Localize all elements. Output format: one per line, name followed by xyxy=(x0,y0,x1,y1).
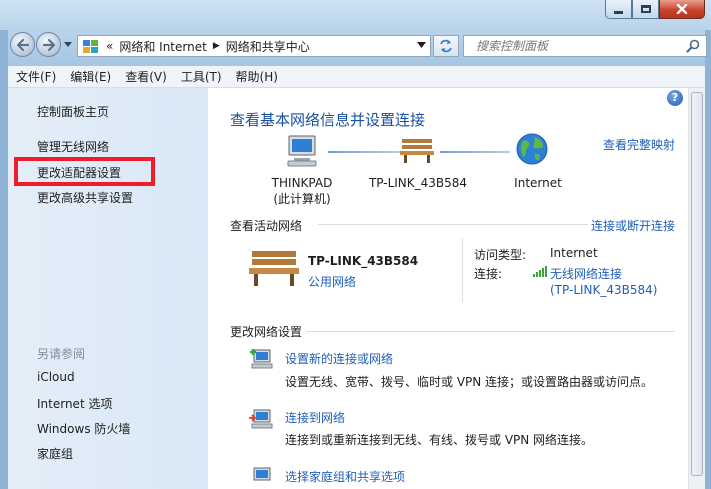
wifi-signal-icon xyxy=(533,266,547,277)
search-icon[interactable] xyxy=(686,39,700,53)
connections-label: 连接: xyxy=(474,267,503,281)
page-title: 查看基本网络信息并设置连接 xyxy=(230,111,426,129)
menu-help[interactable]: 帮助(H) xyxy=(228,68,284,85)
access-type-label: 访问类型: xyxy=(474,248,527,262)
refresh-button[interactable] xyxy=(433,35,459,57)
arrow-right-icon xyxy=(42,38,55,51)
breadcrumb-sharing-center[interactable]: 网络和共享中心 xyxy=(226,38,310,55)
sidebar-item-manage-wireless[interactable]: 管理无线网络 xyxy=(37,138,109,155)
map-node-computer: THINKPAD (此计算机) xyxy=(252,176,352,207)
breadcrumb-network-internet[interactable]: 网络和 Internet xyxy=(119,38,206,55)
menu-bar: 文件(F) 编辑(E) 查看(V) 工具(T) 帮助(H) xyxy=(8,66,705,88)
wireless-connection-ssid-link[interactable]: (TP-LINK_43B584) xyxy=(550,283,657,297)
window-frame-right xyxy=(705,30,711,489)
maximize-icon xyxy=(640,5,651,13)
view-full-map-link[interactable]: 查看完整映射 xyxy=(603,136,675,153)
wireless-connection-link[interactable]: 无线网络连接 xyxy=(550,265,622,282)
map-connector-2 xyxy=(440,151,510,153)
window-frame-left xyxy=(0,30,8,489)
see-also-internet-options[interactable]: Internet 选项 xyxy=(37,395,112,412)
globe-icon xyxy=(516,133,548,165)
active-networks-heading: 查看活动网络 xyxy=(230,219,303,233)
menu-view[interactable]: 查看(V) xyxy=(117,68,173,85)
bench-network-icon xyxy=(400,139,434,163)
task-homegroup-link[interactable]: 选择家庭组和共享选项 xyxy=(285,468,405,485)
forward-button[interactable] xyxy=(36,32,61,57)
computer-label: (此计算机) xyxy=(273,192,331,206)
maximize-button[interactable] xyxy=(632,0,659,19)
close-icon xyxy=(676,4,688,14)
arrow-left-icon xyxy=(16,38,29,51)
map-node-router: TP-LINK_43B584 xyxy=(368,176,468,190)
active-networks-rule xyxy=(318,224,588,225)
active-network-divider xyxy=(462,238,463,302)
task-pane: 控制面板主页 管理无线网络 更改适配器设置 更改高级共享设置 另请参阅 iClo… xyxy=(8,88,208,489)
navigation-bar: « 网络和 Internet ▶ 网络和共享中心 xyxy=(8,30,707,58)
change-settings-rule xyxy=(306,331,675,332)
computer-name: THINKPAD xyxy=(271,176,333,190)
search-input[interactable] xyxy=(476,36,686,56)
map-connector-1 xyxy=(328,151,400,153)
address-overflow[interactable]: « xyxy=(106,39,113,53)
bench-network-large-icon xyxy=(249,251,299,286)
change-settings-heading: 更改网络设置 xyxy=(230,325,303,339)
minimize-button[interactable] xyxy=(605,0,632,19)
access-type-value: Internet xyxy=(550,246,598,260)
active-network-name: TP-LINK_43B584 xyxy=(308,254,419,268)
connect-disconnect-link[interactable]: 连接或断开连接 xyxy=(591,217,675,234)
back-button[interactable] xyxy=(10,32,35,57)
task-connect-network-link[interactable]: 连接到网络 xyxy=(285,409,345,426)
refresh-icon xyxy=(440,39,452,53)
window-controls xyxy=(605,0,705,20)
see-also-icloud[interactable]: iCloud xyxy=(37,370,75,384)
computer-icon xyxy=(287,135,317,167)
close-button[interactable] xyxy=(659,0,705,19)
homegroup-icon xyxy=(253,467,271,481)
task-new-connection-desc: 设置无线、宽带、拨号、临时或 VPN 连接；或设置路由器或访问点。 xyxy=(285,375,654,389)
sidebar-item-control-panel-home[interactable]: 控制面板主页 xyxy=(37,103,109,120)
menu-tools[interactable]: 工具(T) xyxy=(173,68,228,85)
address-dropdown-icon[interactable] xyxy=(417,42,426,49)
annotation-highlight-box xyxy=(14,157,155,186)
map-node-internet: Internet xyxy=(514,176,562,190)
vertical-scrollbar[interactable] xyxy=(688,88,705,489)
see-also-homegroup[interactable]: 家庭组 xyxy=(37,445,73,462)
control-panel-icon xyxy=(83,40,98,53)
see-also-heading: 另请参阅 xyxy=(37,347,86,361)
sidebar-item-advanced-sharing[interactable]: 更改高级共享设置 xyxy=(37,189,133,206)
menu-edit[interactable]: 编辑(E) xyxy=(62,68,117,85)
new-connection-icon xyxy=(250,349,273,369)
address-bar[interactable]: « 网络和 Internet ▶ 网络和共享中心 xyxy=(77,35,431,57)
search-box[interactable] xyxy=(463,35,707,57)
main-content: ? 查看基本网络信息并设置连接 查看完整映射 THINKPAD (此计算机) T… xyxy=(208,88,688,489)
menu-file[interactable]: 文件(F) xyxy=(8,68,62,85)
connect-network-icon xyxy=(249,409,273,429)
task-connect-network-desc: 连接到或重新连接到无线、有线、拨号或 VPN 网络连接。 xyxy=(285,433,594,447)
network-type-link[interactable]: 公用网络 xyxy=(308,273,356,290)
recent-pages-dropdown-icon[interactable] xyxy=(64,42,72,48)
breadcrumb-separator-icon[interactable]: ▶ xyxy=(213,41,220,51)
task-new-connection-link[interactable]: 设置新的连接或网络 xyxy=(285,350,393,367)
minimize-icon xyxy=(614,10,623,14)
see-also-firewall[interactable]: Windows 防火墙 xyxy=(37,420,130,437)
scrollbar-thumb[interactable] xyxy=(691,92,703,476)
help-icon[interactable]: ? xyxy=(667,90,683,106)
